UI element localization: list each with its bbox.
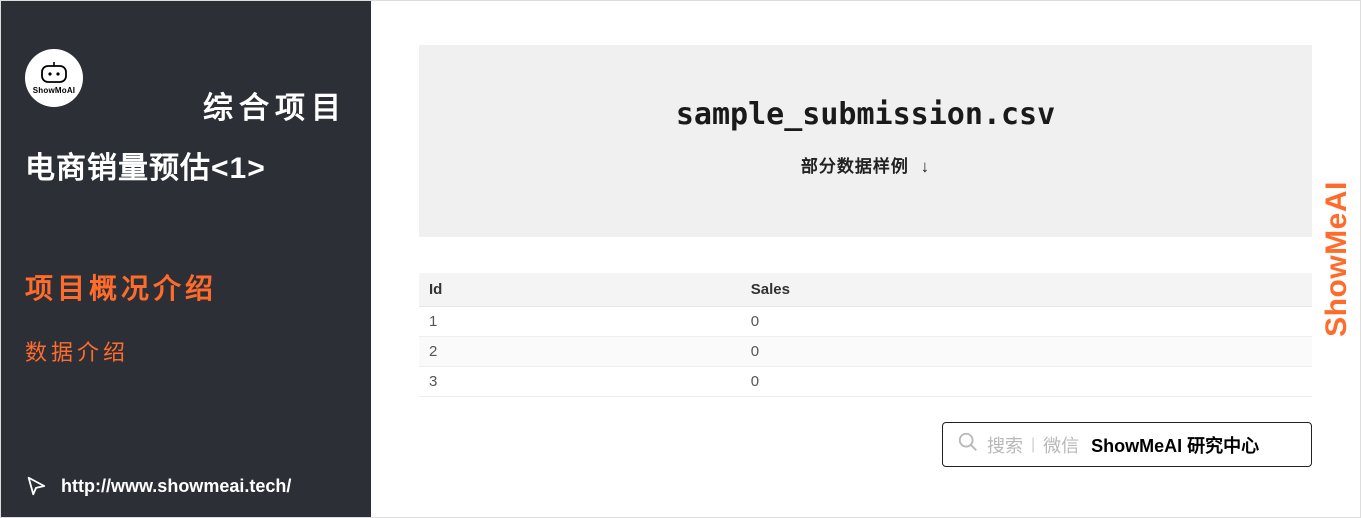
cell-id: 2 [419,337,741,367]
sidebar: ShowMoAI 综合项目 电商销量预估<1> 项目概况介绍 数据介绍 http… [1,1,371,517]
brand-logo: ShowMoAI [25,49,83,107]
table-header-row: Id Sales [419,273,1312,307]
cell-sales: 0 [741,307,1312,337]
divider: | [1031,436,1035,454]
data-table: Id Sales 1 0 2 0 3 0 [419,273,1312,397]
card-subtitle: 部分数据样例 ↓ [439,152,1292,177]
down-arrow-icon: ↓ [921,157,931,176]
file-name: sample_submission.csv [439,97,1292,132]
cell-sales: 0 [741,367,1312,397]
sidebar-title-2: 电商销量预估<1> [25,143,347,187]
subtitle-text: 部分数据样例 [801,157,909,176]
search-label-1: 搜索 [987,432,1023,458]
brand-watermark: ShowMeAI [1320,181,1354,337]
cell-sales: 0 [741,337,1312,367]
nav-item-data-intro[interactable]: 数据介绍 [25,335,347,367]
sidebar-nav: 项目概况介绍 数据介绍 [25,267,347,367]
cell-id: 3 [419,367,741,397]
sidebar-footer: http://www.showmeai.tech/ [25,475,291,497]
sidebar-titles: 综合项目 [107,49,347,127]
main-content: sample_submission.csv 部分数据样例 ↓ Id Sales … [371,1,1360,517]
cell-id: 1 [419,307,741,337]
table-row: 3 0 [419,367,1312,397]
sidebar-title-1: 综合项目 [107,83,347,127]
nav-item-overview[interactable]: 项目概况介绍 [25,267,347,307]
col-id: Id [419,273,741,307]
search-icon [957,431,979,458]
cursor-icon [25,475,47,497]
logo-title-row: ShowMoAI 综合项目 [25,49,347,127]
table-row: 2 0 [419,337,1312,367]
robot-icon [39,62,69,84]
search-bold: ShowMeAI 研究中心 [1091,432,1259,458]
table-row: 1 0 [419,307,1312,337]
footer-link[interactable]: http://www.showmeai.tech/ [61,476,291,497]
search-label-2: 微信 [1043,432,1079,458]
col-sales: Sales [741,273,1312,307]
file-card: sample_submission.csv 部分数据样例 ↓ [419,45,1312,237]
wechat-search-box[interactable]: 搜索 | 微信 ShowMeAI 研究中心 [942,422,1312,467]
logo-text: ShowMoAI [33,86,75,95]
